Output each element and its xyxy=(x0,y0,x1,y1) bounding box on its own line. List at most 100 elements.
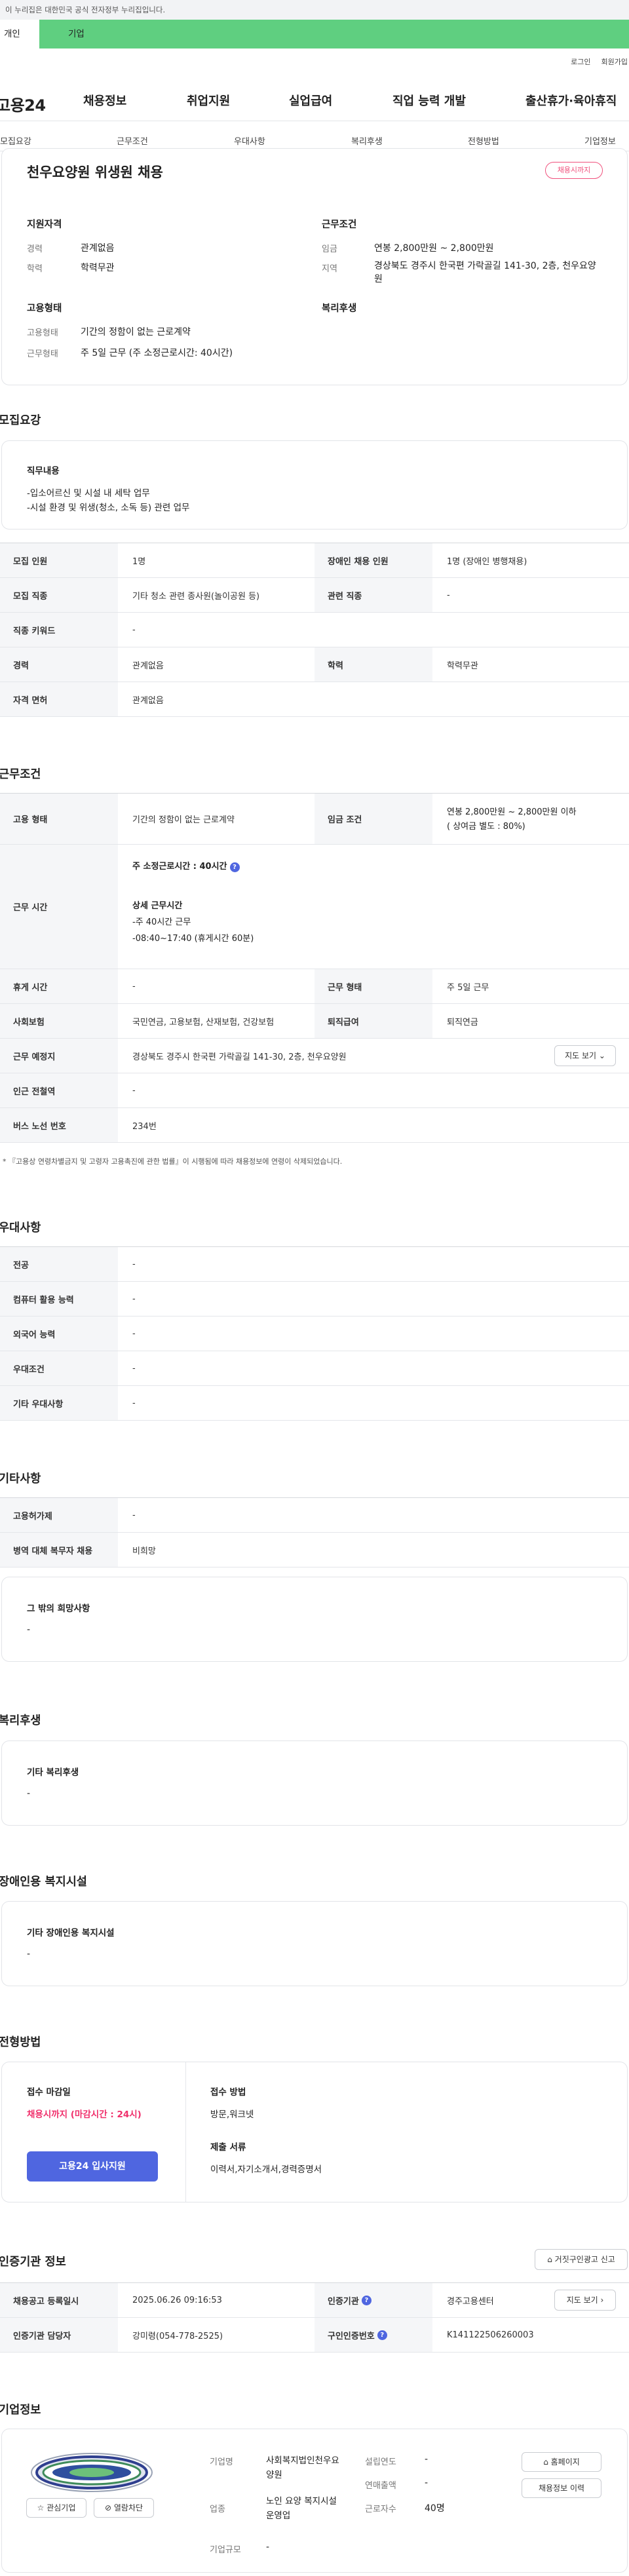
help-icon[interactable]: ? xyxy=(377,2330,387,2340)
table-cell: 1명 xyxy=(132,556,146,567)
table-cell: 비희망 xyxy=(132,1546,156,1556)
docs-title: 제출 서류 xyxy=(210,2142,246,2153)
qual-heading: 지원자격 xyxy=(27,220,62,230)
tab-personal[interactable]: 개인 xyxy=(0,20,39,48)
table-header: 버스 노선 번호 xyxy=(0,1108,118,1142)
anchor-item[interactable]: 복리후생 xyxy=(351,134,383,147)
join-link[interactable]: 회원가입 xyxy=(601,56,628,67)
table-row: 인증기관 담당자 강미령(054-778-2525) 구인인증번호? K1411… xyxy=(0,2318,629,2353)
table-row: 기타 우대사항 - xyxy=(0,1386,629,1421)
homepage-button[interactable]: ⌂ 홈페이지 xyxy=(522,2452,601,2472)
table-row: 자격 면허 관계없음 xyxy=(0,682,629,717)
table-row: 인근 전철역 - xyxy=(0,1073,629,1108)
report-button-label: 거짓구인광고 신고 xyxy=(554,2255,615,2264)
hours-weekly: 주 소정근로시간 : 40시간 xyxy=(132,862,227,872)
table-header: 구인인증번호? xyxy=(314,2318,432,2352)
deadline-value: 채용시까지 (마감시간 : 24시) xyxy=(27,2109,142,2120)
etc-table: 고용허가제 - 병역 대체 복무자 채용 비희망 xyxy=(0,1497,629,1567)
fav-button[interactable]: ☆ 관심기업 xyxy=(26,2498,86,2518)
table-cell: 퇴직연금 xyxy=(447,1017,478,1028)
edu-label: 학력 xyxy=(27,264,43,274)
homepage-button-label: 홈페이지 xyxy=(550,2457,580,2467)
table-header: 근무 형태 xyxy=(314,969,432,1003)
recruit-heading: 모집요강 xyxy=(0,414,41,427)
table-cell: 1명 (장애인 병행채용) xyxy=(447,556,527,567)
nav-item[interactable]: 실업급여 xyxy=(289,92,332,109)
career-value: 관계없음 xyxy=(81,243,115,254)
anchor-item[interactable]: 기업정보 xyxy=(584,134,616,147)
sales-label: 연매출액 xyxy=(365,2481,396,2491)
anchor-item[interactable]: 모집요강 xyxy=(0,134,31,147)
anchor-item[interactable]: 전형방법 xyxy=(468,134,499,147)
table-cell: 경상북도 경주시 한국편 가락골길 141-30, 2층, 천우요양원 xyxy=(132,1052,347,1062)
brand-logo[interactable]: 고용24 xyxy=(0,92,46,115)
map-button[interactable]: 지도 보기 ⌄ xyxy=(554,1045,616,1066)
table-row: 모집 직종 기타 청소 관련 종사원(놀이공원 등) 관련 직종 - xyxy=(0,578,629,613)
emp-heading: 고용형태 xyxy=(27,303,62,314)
table-header: 자격 면허 xyxy=(0,682,118,716)
table-row: 사회보험 국민연금, 고용보험, 산재보험, 건강보험 퇴직급여 퇴직연금 xyxy=(0,1004,629,1039)
table-row: 외국어 능력 - xyxy=(0,1317,629,1351)
anchor-item[interactable]: 근무조건 xyxy=(117,134,148,147)
table-header: 장애인 채용 인원 xyxy=(314,543,432,577)
nav-item[interactable]: 취업지원 xyxy=(187,92,230,109)
wish-card: 그 밖의 희망사항 - xyxy=(1,1577,628,1662)
work-heading: 근무조건 xyxy=(322,220,357,230)
fav-button-label: 관심기업 xyxy=(47,2503,76,2512)
nav-item[interactable]: 출산휴가·육아휴직 xyxy=(525,92,617,109)
table-row: 채용공고 등록일시 2025.06.26 09:16:53 인증기관? 경주고용… xyxy=(0,2283,629,2318)
history-button[interactable]: 채용정보 이력 xyxy=(522,2478,601,2498)
duty-card: 직무내용 -입소어르신 및 시설 내 세탁 업무 -시설 환경 및 위생(청소,… xyxy=(1,440,628,529)
table-cell: 관계없음 xyxy=(132,661,164,671)
table-header: 전공 xyxy=(0,1247,118,1281)
table-header: 인근 전철역 xyxy=(0,1073,118,1107)
table-header: 휴게 시간 xyxy=(0,969,118,1003)
table-header: 고용 형태 xyxy=(0,794,118,844)
map-button-label: 지도 보기 xyxy=(566,2296,598,2305)
job-summary-card: 천우요양원 위생원 채용 채용시까지 지원자격 경력 관계없음 학력 학력무관 … xyxy=(1,148,628,385)
region-value: 경상북도 경주시 한국편 가락골길 141-30, 2층, 천우요양원 xyxy=(374,261,596,284)
table-cell: 주 5일 근무 xyxy=(447,982,489,993)
method-value: 방문,워크넷 xyxy=(210,2109,254,2120)
wage-line: ( 상여금 별도 : 80%) xyxy=(447,822,525,832)
table-cell: 경주고용센터 xyxy=(447,2296,494,2307)
hours-detail-title: 상세 근무시간 xyxy=(132,901,183,911)
nav-item[interactable]: 직업 능력 개발 xyxy=(392,92,466,109)
docs-value: 이력서,자기소개서,경력증명서 xyxy=(210,2164,322,2175)
apply-button[interactable]: 고용24 입사지원 xyxy=(27,2151,158,2182)
nav-item[interactable]: 채용정보 xyxy=(83,92,126,109)
table-header: 인증기관? xyxy=(314,2283,432,2317)
help-icon[interactable]: ? xyxy=(229,862,240,872)
help-icon[interactable]: ? xyxy=(361,2295,372,2305)
table-row: 경력 관계없음 학력 학력무관 xyxy=(0,647,629,682)
table-cell: - xyxy=(132,1510,136,1520)
table-header: 우대조건 xyxy=(0,1351,118,1385)
login-link[interactable]: 로그인 xyxy=(571,56,590,67)
table-row: 고용허가제 - xyxy=(0,1498,629,1533)
table-cell: - xyxy=(132,1398,136,1408)
table-cell: - xyxy=(132,1259,136,1269)
table-cell: 강미령(054-778-2525) xyxy=(132,2331,223,2341)
chevron-right-icon: › xyxy=(600,2296,604,2305)
employees-label: 근로자수 xyxy=(365,2505,396,2514)
block-button[interactable]: ⊘ 열람차단 xyxy=(94,2498,154,2518)
duty-label: 직무내용 xyxy=(27,466,60,476)
top-tabs: 개인 기업 xyxy=(0,20,629,48)
tab-company[interactable]: 기업 xyxy=(39,20,629,48)
report-button[interactable]: ⌂ 거짓구인광고 신고 xyxy=(535,2249,628,2270)
table-row: 근무 시간 주 소정근로시간 : 40시간? 상세 근무시간 -주 40시간 근… xyxy=(0,845,629,969)
anchor-item[interactable]: 우대사항 xyxy=(234,134,265,147)
conditions-heading: 근무조건 xyxy=(0,768,41,781)
deadline-badge: 채용시까지 xyxy=(545,162,603,179)
table-cell: 학력무관 xyxy=(447,661,478,671)
industry-label: 업종 xyxy=(210,2505,225,2514)
hours-cell: 주 소정근로시간 : 40시간? 상세 근무시간 -주 40시간 근무 -08:… xyxy=(132,859,254,944)
table-cell: - xyxy=(132,1294,136,1304)
employees-value: 40명 xyxy=(425,2503,445,2514)
size-label: 기업규모 xyxy=(210,2545,241,2555)
agency-map-button[interactable]: 지도 보기 › xyxy=(554,2290,616,2311)
work-form-value: 주 5일 근무 (주 소정근로시간: 40시간) xyxy=(81,348,233,358)
home-icon: ⌂ xyxy=(543,2457,548,2467)
util-links: 로그인 회원가입 xyxy=(571,56,628,67)
wage-value: 연봉 2,800만원 ~ 2,800만원 xyxy=(374,243,494,254)
